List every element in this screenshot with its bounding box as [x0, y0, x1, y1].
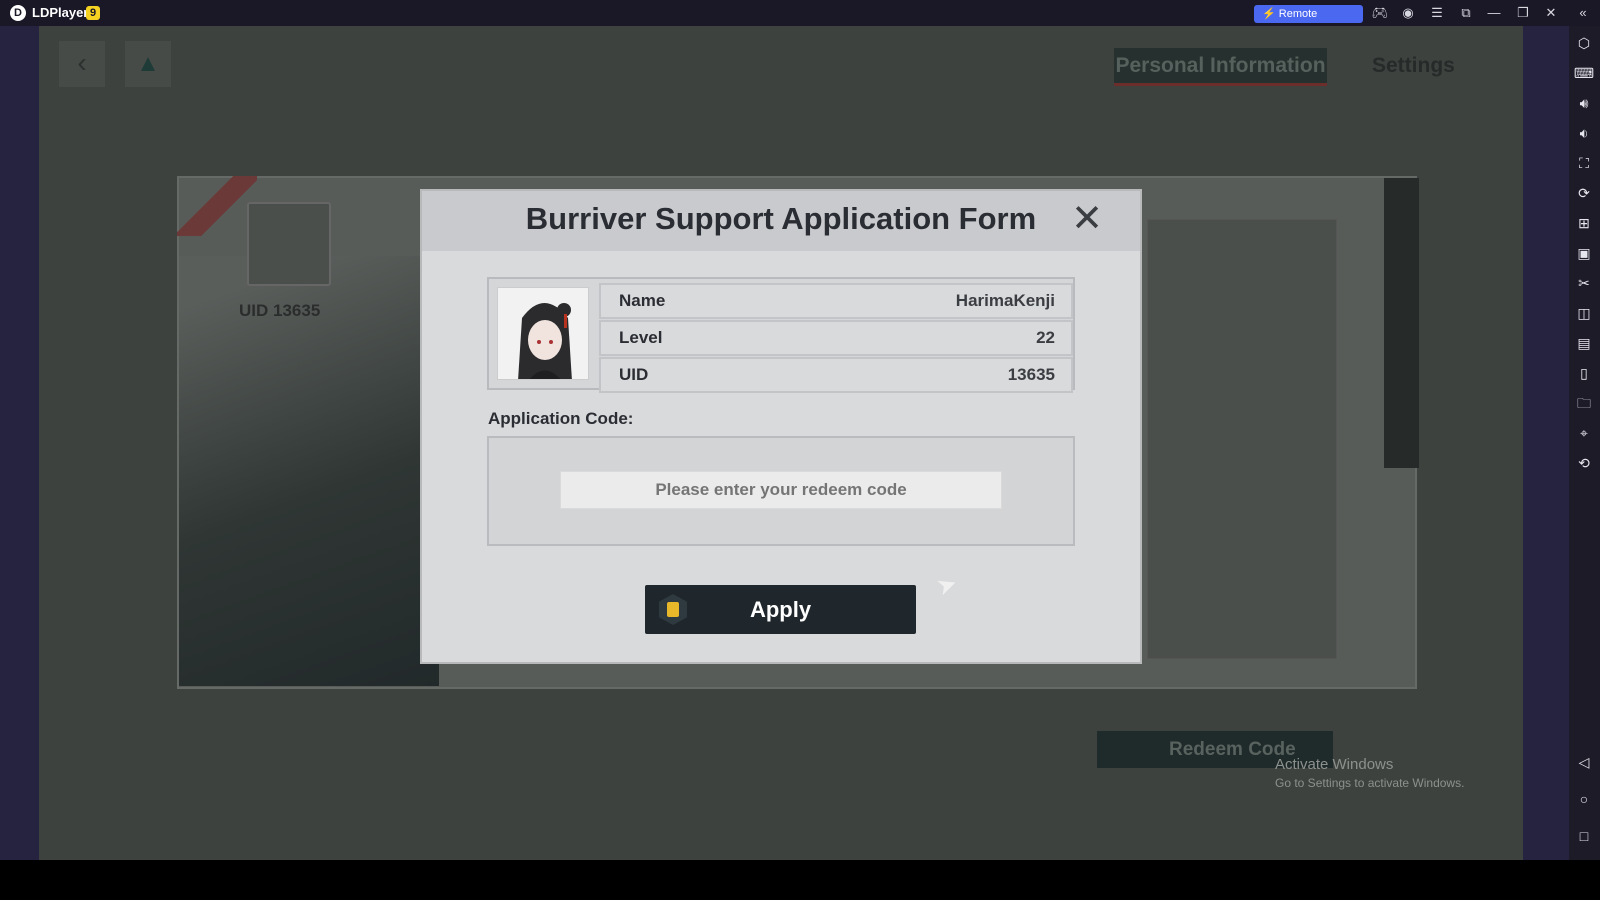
uid-row: UID 13635 [599, 357, 1073, 393]
left-frame [0, 26, 39, 860]
avatar-portrait-icon [518, 303, 572, 379]
folder-icon[interactable]: 🗀 [1573, 393, 1595, 413]
restore-button[interactable]: ❐ [1513, 4, 1533, 22]
name-label: Name [619, 291, 666, 310]
right-frame [1523, 26, 1569, 860]
volume-up-icon[interactable]: 🔊︎ [1573, 93, 1595, 113]
scissors-icon[interactable]: ✂ [1573, 273, 1595, 293]
document-icon [659, 594, 687, 625]
minimize-button[interactable]: — [1484, 4, 1504, 22]
gamepad-icon[interactable]: 🎮︎ [1370, 4, 1390, 22]
name-value: HarimaKenji [955, 291, 1055, 310]
background-avatar [247, 202, 331, 286]
activate-windows-title: Activate Windows [1275, 756, 1394, 773]
emulator-sidebar [1569, 26, 1600, 860]
redeem-code-input[interactable] [560, 471, 1002, 509]
record-icon[interactable]: ▣ [1573, 243, 1595, 263]
android-recents-icon[interactable]: □ [1573, 826, 1595, 846]
apply-button[interactable]: Apply [645, 585, 916, 634]
back-button[interactable]: ‹ [59, 41, 105, 87]
app-name: LDPlayer [32, 5, 89, 20]
activate-windows-subtitle: Go to Settings to activate Windows. [1275, 776, 1465, 790]
location-icon[interactable]: ⌖ [1573, 423, 1595, 443]
add-apk-icon[interactable]: ⊞ [1573, 213, 1595, 233]
character-portraits [1147, 219, 1337, 659]
player-info-box: Name HarimaKenji Level 22 UID 13635 [487, 277, 1075, 393]
level-row: Level 22 [599, 320, 1073, 356]
tab-settings[interactable]: Settings [1372, 48, 1455, 84]
remote-ldplayer-button[interactable]: ⚡ Remote LDPlayer [1254, 5, 1363, 38]
account-icon[interactable]: ◉ [1398, 4, 1418, 22]
ldplayer-logo-icon: D [10, 5, 26, 21]
tab-personal-information[interactable]: Personal Information [1114, 48, 1327, 86]
player-avatar [497, 287, 589, 380]
rotate-icon[interactable]: ⟲ [1573, 453, 1595, 473]
application-code-label: Application Code: [488, 409, 634, 428]
collapse-sidebar-icon[interactable]: « [1573, 4, 1593, 22]
volume-down-icon[interactable]: 🔉︎ [1573, 123, 1595, 143]
android-back-icon[interactable]: ◁ [1573, 752, 1595, 772]
lightning-icon: ⚡ [1262, 8, 1276, 20]
shake-icon[interactable]: ▯ [1573, 363, 1595, 383]
side-panel [1384, 178, 1419, 468]
background-uid: UID 13635 [239, 301, 321, 320]
dialog-title: Burriver Support Application Form [525, 201, 1037, 236]
screen-mode-icon[interactable]: ⧉ [1456, 4, 1476, 22]
mouse-cursor-icon: ➤ [932, 569, 962, 602]
settings-hex-icon[interactable]: ⬡ [1573, 33, 1595, 53]
emulator-titlebar: D LDPlayer 9 ⚡ Remote LDPlayer 🎮︎ ◉ ☰ ⧉ … [0, 0, 1600, 38]
fullscreen-icon[interactable]: ⛶ [1573, 153, 1595, 173]
level-value: 22 [1036, 328, 1055, 347]
close-dialog-button[interactable]: ✕ [1067, 199, 1107, 239]
version-badge: 9 [86, 6, 100, 20]
close-window-button[interactable]: ✕ [1541, 4, 1561, 22]
multi-instance-icon[interactable]: ◫ [1573, 303, 1595, 323]
card-stripe [177, 176, 257, 236]
sync-icon[interactable]: ⟳ [1573, 183, 1595, 203]
apply-label: Apply [749, 597, 812, 622]
notes-icon[interactable]: ▤ [1573, 333, 1595, 353]
name-row: Name HarimaKenji [599, 283, 1073, 319]
uid-value: 13635 [1007, 365, 1055, 384]
uid-label: UID [619, 365, 649, 384]
menu-icon[interactable]: ☰ [1427, 4, 1447, 22]
android-home-icon[interactable]: ○ [1573, 789, 1595, 809]
level-label: Level [619, 328, 663, 347]
game-logo-icon[interactable]: ▲ [125, 41, 171, 87]
application-form-dialog: Burriver Support Application Form ✕ Name… [422, 191, 1140, 662]
keyboard-icon[interactable]: ⌨ [1573, 63, 1595, 83]
